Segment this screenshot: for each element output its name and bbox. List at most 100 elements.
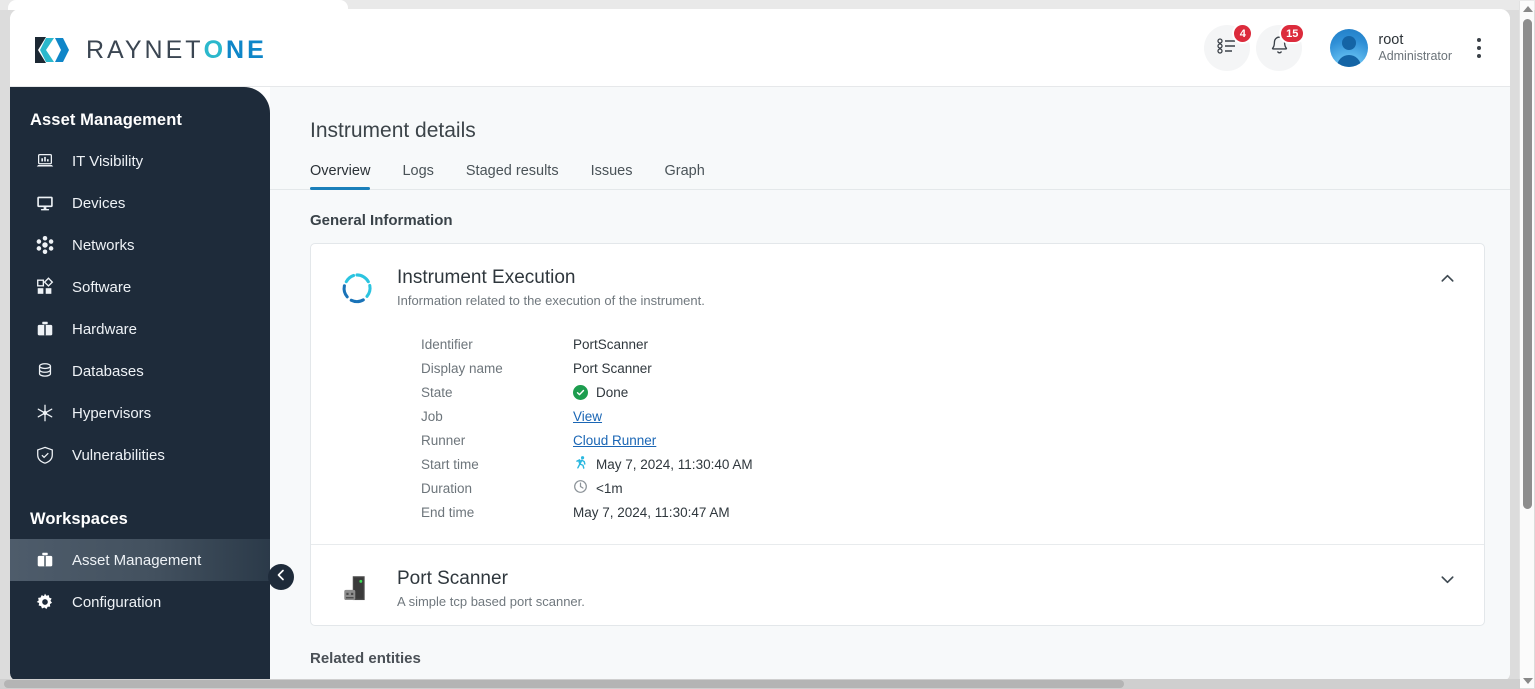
- card-subtitle: A simple tcp based port scanner.: [397, 593, 585, 609]
- tab-issues[interactable]: Issues: [591, 163, 633, 189]
- detail-key: State: [421, 384, 453, 400]
- detail-value-wrap: Done: [573, 384, 629, 400]
- sidebar-item-label: Devices: [72, 194, 126, 212]
- sidebar-item-label: Databases: [72, 362, 144, 380]
- detail-value: Port Scanner: [573, 360, 652, 376]
- detail-key: Start time: [421, 456, 479, 472]
- detail-row-runner: Runner Cloud Runner: [421, 428, 1458, 452]
- laptop-chart-icon: [34, 150, 56, 172]
- detail-row-state: State Done: [421, 380, 1458, 404]
- brand-name-o: O: [203, 35, 227, 64]
- monitor-icon: [34, 192, 56, 214]
- snowflake-icon: [34, 402, 56, 424]
- brand-logo[interactable]: RAYNETONE: [32, 35, 267, 65]
- sidebar-item-label: Configuration: [72, 593, 162, 611]
- detail-row-end-time: End time May 7, 2024, 11:30:47 AM: [421, 500, 1458, 524]
- sidebar-item-devices[interactable]: Devices: [10, 182, 270, 224]
- database-icon: [34, 360, 56, 382]
- sidebar-item-hardware[interactable]: Hardware: [10, 308, 270, 350]
- raynet-logo-icon: [32, 35, 74, 65]
- port-scanner-icon: [337, 569, 377, 609]
- gear-icon: [34, 591, 56, 613]
- sidebar-item-databases[interactable]: Databases: [10, 350, 270, 392]
- network-nodes-icon: [34, 234, 56, 256]
- sidebar: Asset Management IT Visibility Devices N…: [10, 87, 270, 681]
- top-bar-actions: 4 15 root Administrator: [1204, 9, 1494, 87]
- sidebar-group-title-asset-management: Asset Management: [30, 111, 182, 129]
- detail-value: May 7, 2024, 11:30:47 AM: [573, 504, 730, 520]
- detail-key: Identifier: [421, 336, 473, 352]
- sidebar-item-label: Hypervisors: [72, 404, 152, 422]
- detail-key: Runner: [421, 432, 466, 448]
- sidebar-item-label: Software: [72, 278, 132, 296]
- sidebar-item-networks[interactable]: Networks: [10, 224, 270, 266]
- vertical-scrollbar-thumb[interactable]: [1523, 19, 1532, 509]
- port-scanner-header[interactable]: Port Scanner A simple tcp based port sca…: [337, 567, 1458, 609]
- instrument-execution-header[interactable]: Instrument Execution Information related…: [337, 266, 1458, 308]
- check-circle-icon: [573, 384, 588, 400]
- notifications-button[interactable]: 15: [1256, 23, 1306, 71]
- notifications-badge: 15: [1279, 23, 1306, 44]
- brand-name-raynet: RAYNET: [86, 35, 204, 64]
- general-information-card: Instrument Execution Information related…: [310, 243, 1485, 626]
- section-title-related-entities: Related entities: [310, 650, 421, 667]
- detail-value-wrap: Cloud Runner: [573, 433, 656, 448]
- sidebar-item-vulnerabilities[interactable]: Vulnerabilities: [10, 434, 270, 476]
- card-subtitle: Information related to the execution of …: [397, 292, 705, 308]
- page-title: Instrument details: [310, 119, 476, 142]
- port-scanner-section: Port Scanner A simple tcp based port sca…: [311, 544, 1484, 625]
- sidebar-collapse-button[interactable]: [268, 564, 294, 590]
- main-content: Instrument details Overview Logs Staged …: [270, 87, 1510, 681]
- detail-key: Duration: [421, 480, 473, 496]
- detail-row-start-time: Start time May 7, 2024, 11:30:40 AM: [421, 452, 1458, 476]
- horizontal-scrollbar-thumb[interactable]: [4, 680, 1124, 688]
- tab-logs[interactable]: Logs: [402, 163, 433, 189]
- cloud-runner-link[interactable]: Cloud Runner: [573, 433, 656, 448]
- vertical-scrollbar[interactable]: [1519, 1, 1534, 688]
- sidebar-item-hypervisors[interactable]: Hypervisors: [10, 392, 270, 434]
- detail-value-wrap: View: [573, 409, 602, 424]
- sidebar-group-title-workspaces: Workspaces: [30, 510, 128, 528]
- expand-card-button[interactable]: [1436, 571, 1458, 593]
- section-title-general-information: General Information: [310, 212, 453, 229]
- status-badge: Done: [596, 384, 629, 400]
- job-view-link[interactable]: View: [573, 409, 602, 424]
- sidebar-item-configuration[interactable]: Configuration: [10, 581, 270, 623]
- card-title: Instrument Execution: [397, 267, 576, 288]
- scroll-down-arrow-icon[interactable]: [1520, 673, 1535, 688]
- user-avatar-icon: [1330, 29, 1369, 67]
- sidebar-item-asset-management[interactable]: Asset Management: [10, 539, 270, 581]
- clock-icon: [573, 479, 588, 497]
- kebab-menu-icon[interactable]: [1464, 25, 1494, 71]
- duration-value: <1m: [596, 480, 623, 496]
- chevron-down-icon: [1438, 570, 1457, 594]
- briefcase-icon: [34, 549, 56, 571]
- top-bar: RAYNETONE 4 15 root Administrator: [10, 9, 1510, 87]
- detail-key: Job: [421, 408, 443, 424]
- sidebar-item-it-visibility[interactable]: IT Visibility: [10, 140, 270, 182]
- detail-row-identifier: Identifier PortScanner: [421, 332, 1458, 356]
- sidebar-item-label: IT Visibility: [72, 152, 144, 170]
- tab-staged-results[interactable]: Staged results: [466, 163, 559, 189]
- sidebar-item-software[interactable]: Software: [10, 266, 270, 308]
- instrument-execution-details: Identifier PortScanner Display name Port…: [421, 332, 1458, 524]
- brand-name-ne: NE: [226, 35, 267, 64]
- chevron-up-icon: [1438, 269, 1457, 293]
- tab-overview[interactable]: Overview: [310, 163, 371, 190]
- horizontal-scrollbar[interactable]: [0, 679, 1520, 689]
- detail-key: Display name: [421, 360, 503, 376]
- chevron-left-icon: [274, 568, 288, 587]
- task-list-button[interactable]: 4: [1204, 23, 1254, 71]
- briefcase-icon: [34, 318, 56, 340]
- instrument-execution-section: Instrument Execution Information related…: [311, 244, 1484, 544]
- start-time-value: May 7, 2024, 11:30:40 AM: [596, 456, 753, 472]
- user-menu[interactable]: root Administrator: [1330, 29, 1452, 67]
- app-screen: RAYNETONE 4 15 root Administrator Asset …: [0, 0, 1535, 689]
- user-name: root: [1378, 31, 1404, 48]
- collapse-card-button[interactable]: [1436, 270, 1458, 292]
- tab-bar: Overview Logs Staged results Issues Grap…: [270, 143, 1510, 190]
- scroll-up-arrow-icon[interactable]: [1520, 1, 1535, 16]
- execution-spinner-icon: [337, 268, 377, 308]
- tab-graph[interactable]: Graph: [665, 163, 705, 189]
- detail-value: PortScanner: [573, 336, 649, 352]
